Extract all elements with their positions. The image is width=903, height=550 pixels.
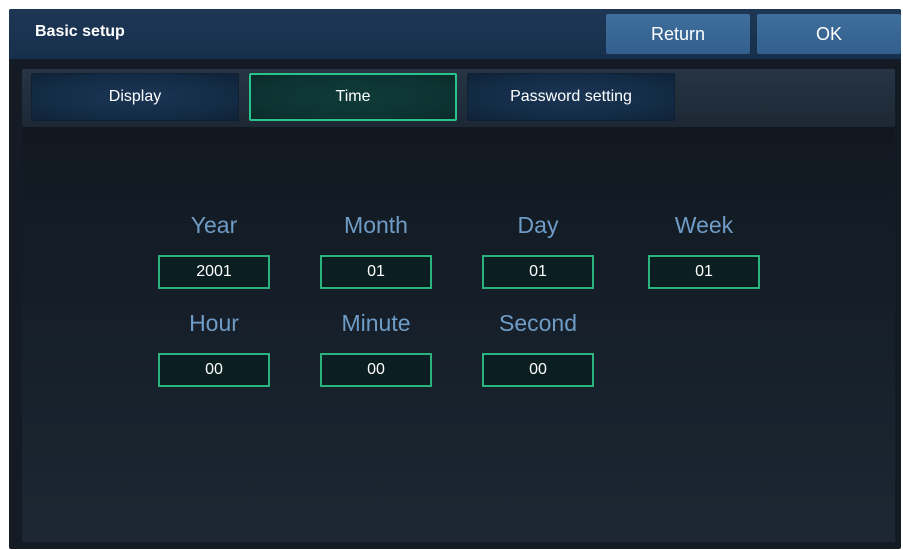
month-label: Month [344, 212, 408, 238]
minute-field[interactable]: 00 [320, 353, 432, 387]
minute-label: Minute [341, 310, 411, 336]
week-label: Week [674, 212, 734, 238]
year-label: Year [190, 212, 238, 238]
tab-time[interactable]: Time [249, 73, 457, 121]
tab-display[interactable]: Display [31, 73, 239, 121]
page-title: Basic setup [35, 23, 125, 40]
day-field[interactable]: 01 [482, 255, 594, 289]
time-settings-panel: Year 2001 Month 01 Day 01 Week 01 Hour 0… [22, 127, 895, 542]
week-field[interactable]: 01 [648, 255, 760, 289]
second-label: Second [498, 310, 577, 336]
tab-password-setting[interactable]: Password setting [467, 73, 675, 121]
return-button[interactable]: Return [606, 14, 750, 54]
second-field[interactable]: 00 [482, 353, 594, 387]
settings-screen: Basic setup Return OK Display Time Passw… [9, 9, 901, 549]
hour-field[interactable]: 00 [158, 353, 270, 387]
day-label: Day [517, 212, 559, 238]
tab-bar: Display Time Password setting [22, 69, 895, 127]
hour-label: Hour [189, 310, 239, 336]
ok-button[interactable]: OK [757, 14, 901, 54]
year-field[interactable]: 2001 [158, 255, 270, 289]
month-field[interactable]: 01 [320, 255, 432, 289]
title-bar: Basic setup Return OK [9, 9, 901, 60]
